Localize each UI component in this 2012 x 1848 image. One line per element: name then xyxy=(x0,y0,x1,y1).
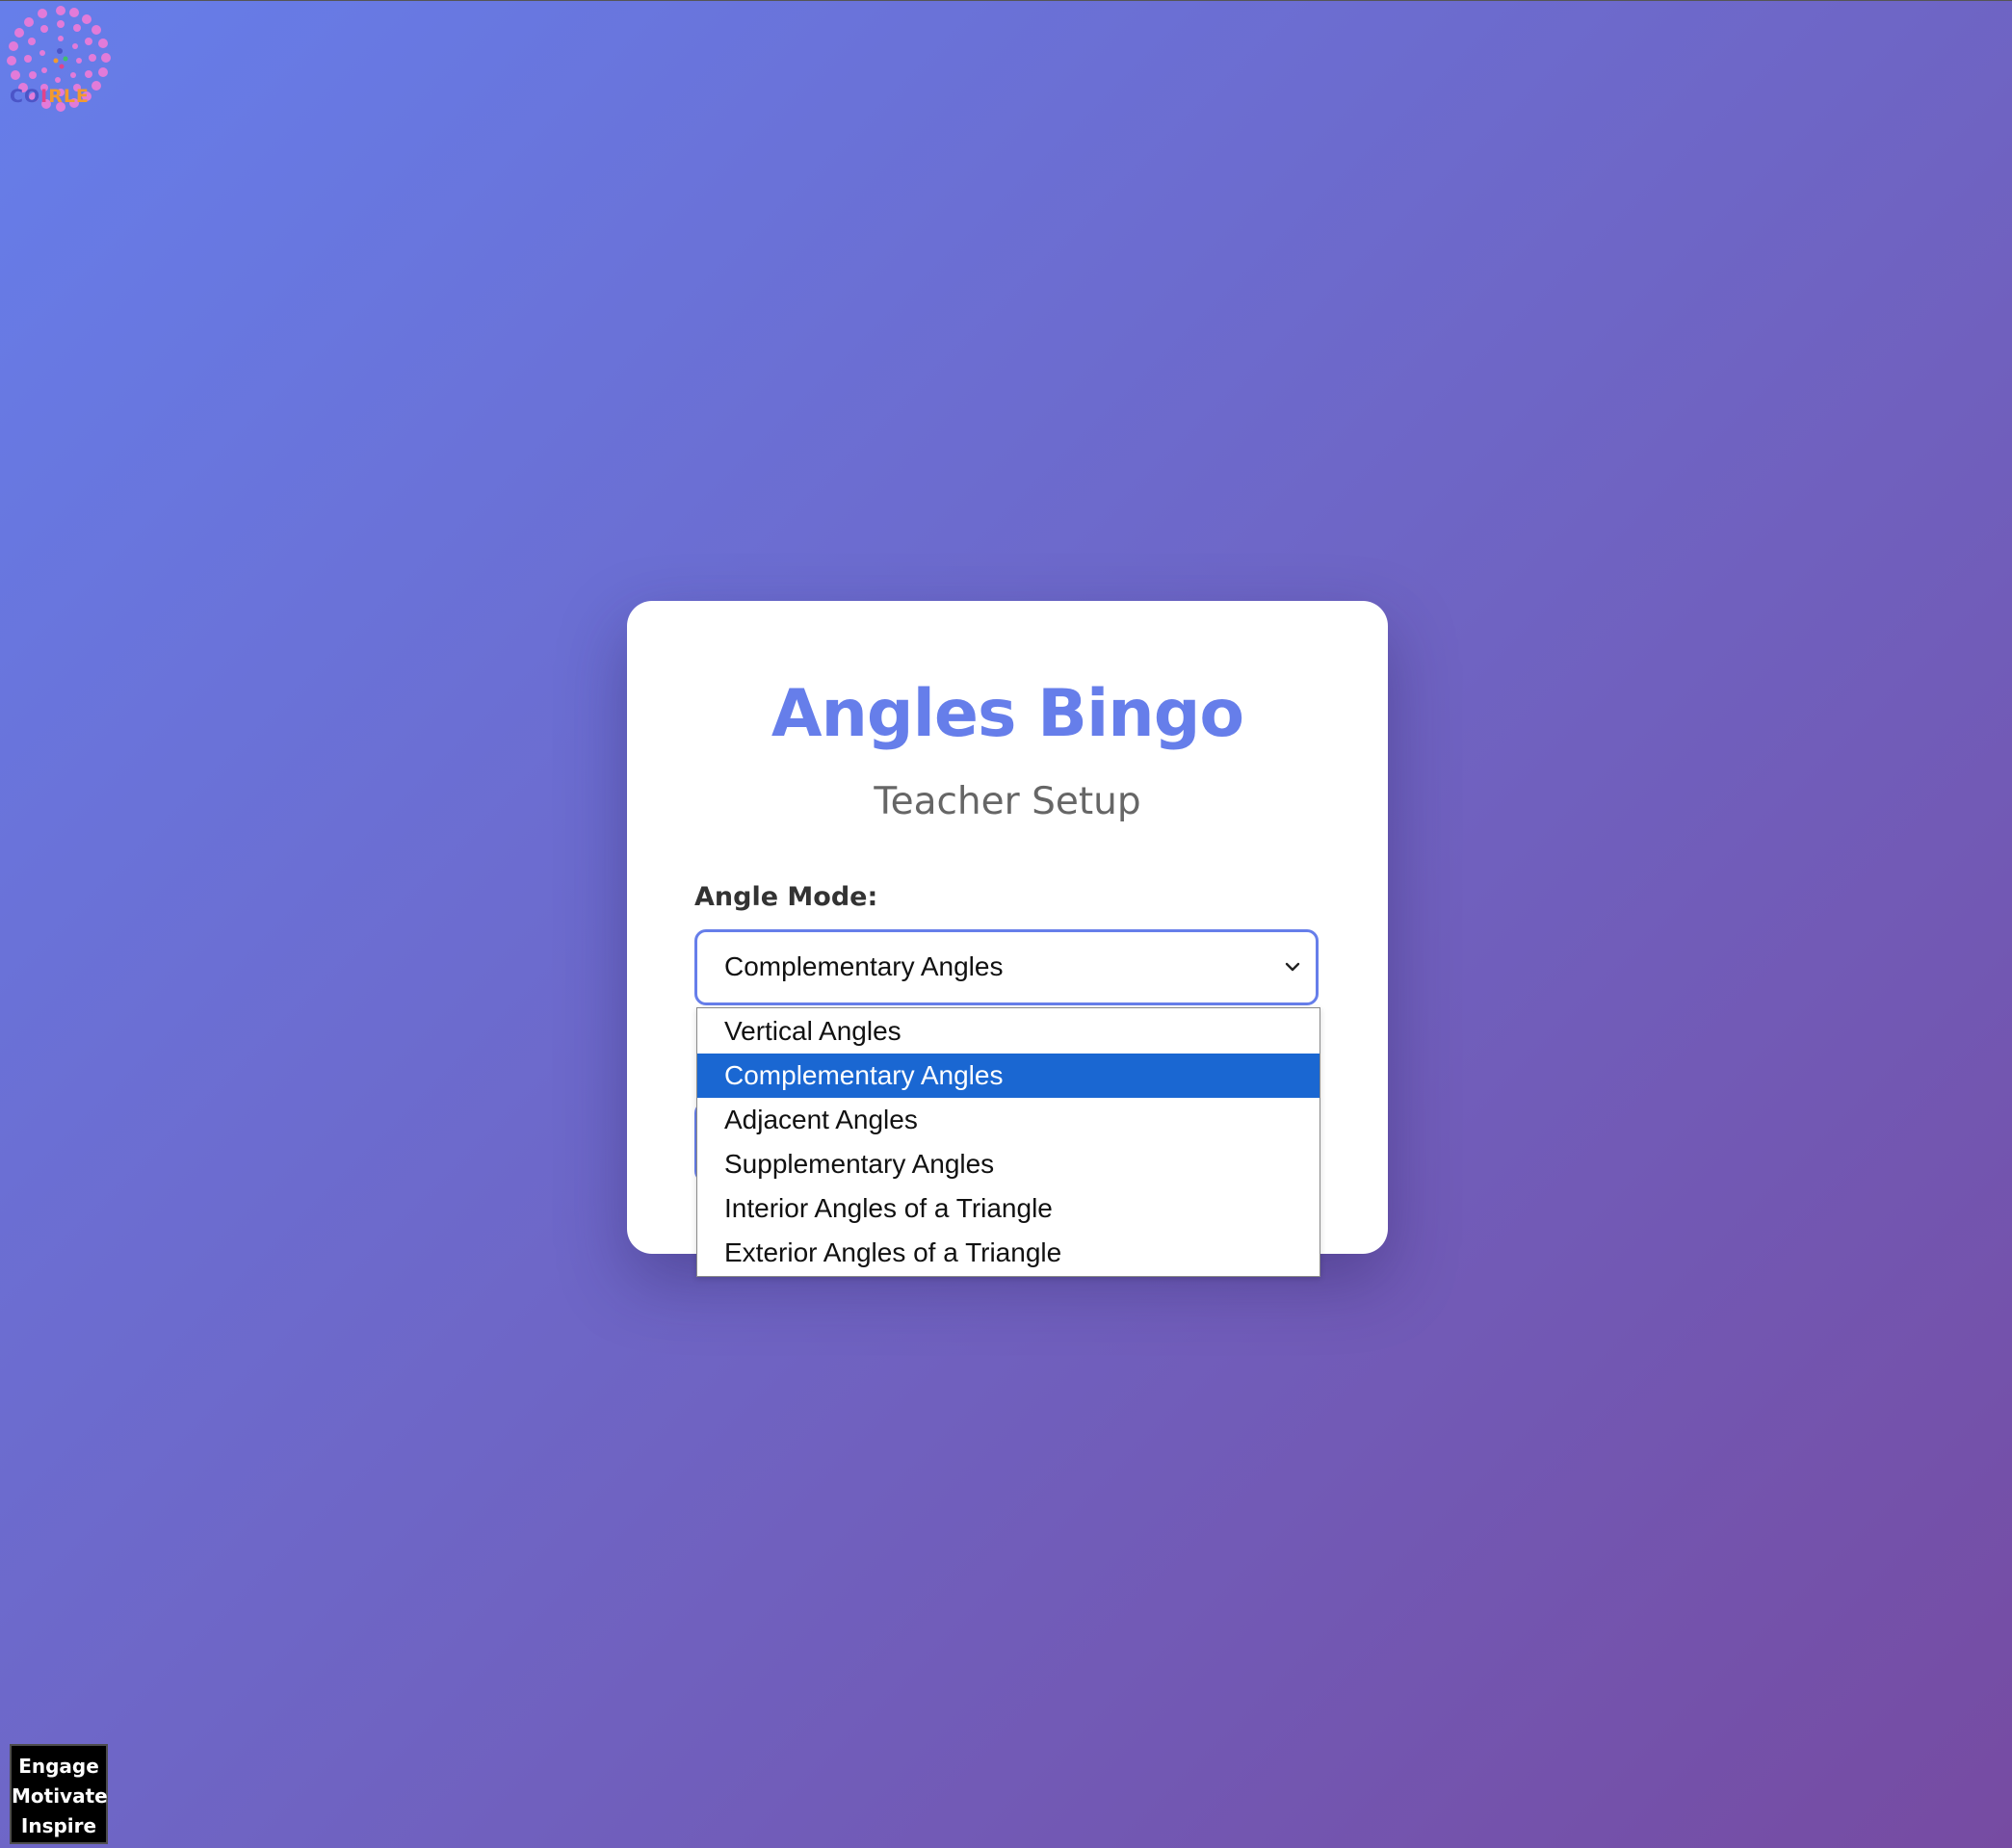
tagline-engage: Engage xyxy=(18,1755,99,1778)
tagline-badge: Engage Motivate Inspire xyxy=(10,1744,108,1844)
dropdown-option[interactable]: Complementary Angles xyxy=(697,1054,1320,1098)
angle-mode-dropdown-list: Vertical Angles Complementary Angles Adjac… xyxy=(696,1007,1320,1277)
dropdown-option[interactable]: Interior Angles of a Triangle xyxy=(697,1186,1320,1231)
tagline-motivate: Motivate xyxy=(12,1784,108,1808)
tagline-inspire: Inspire xyxy=(20,1814,97,1837)
page-subtitle: Teacher Setup xyxy=(874,780,1141,823)
dropdown-option[interactable]: Vertical Angles xyxy=(697,1009,1320,1054)
dropdown-option[interactable]: Adjacent Angles xyxy=(697,1098,1320,1142)
logo-wordmark: COIRLE xyxy=(10,86,90,107)
angle-mode-label: Angle Mode: xyxy=(694,882,878,912)
angle-mode-selected-value: Complementary Angles xyxy=(724,951,1004,981)
dropdown-option[interactable]: Supplementary Angles xyxy=(697,1142,1320,1186)
dropdown-option[interactable]: Exterior Angles of a Triangle xyxy=(697,1231,1320,1275)
brand-logo: COIRLE xyxy=(2,3,119,120)
page-title: Angles Bingo xyxy=(771,676,1244,752)
angle-mode-select[interactable]: Complementary Angles xyxy=(694,929,1319,1005)
chevron-down-icon xyxy=(1285,962,1300,972)
